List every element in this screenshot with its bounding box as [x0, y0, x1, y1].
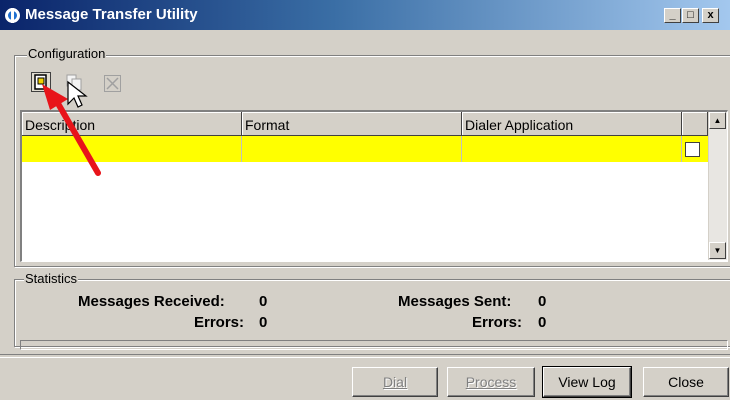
mouse-pointer-icon: [67, 80, 88, 108]
arrow-shaft: [53, 97, 101, 176]
message-transfer-utility-window: Message Transfer Utility _ □ x Configura…: [0, 0, 730, 400]
arrow-head: [42, 84, 68, 110]
red-arrow-annotation: [42, 84, 101, 176]
